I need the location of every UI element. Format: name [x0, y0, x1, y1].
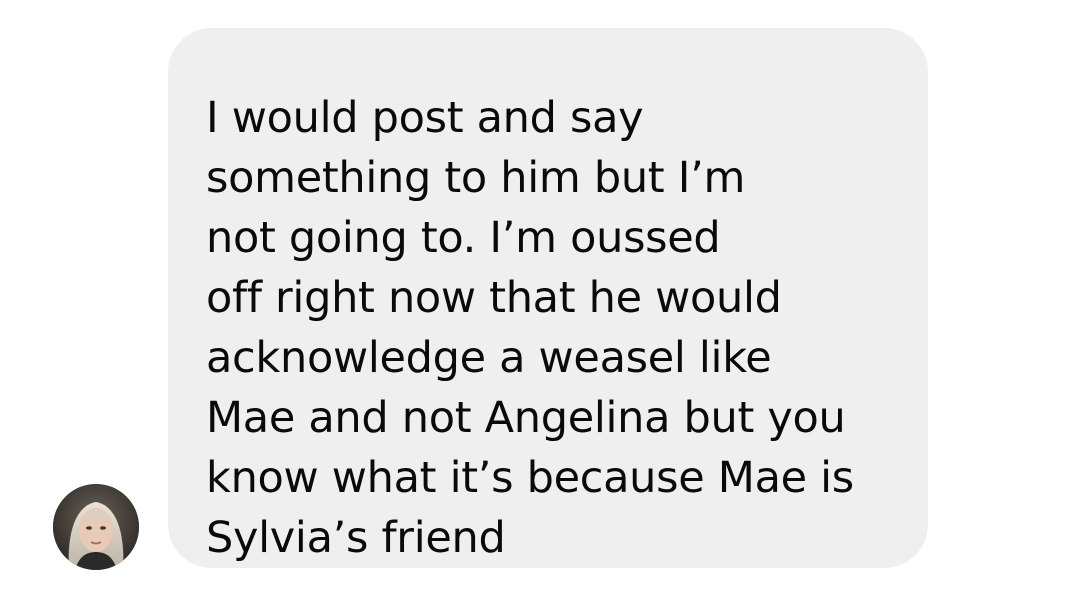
message-text-line-7: know what it’s because Mae is — [206, 453, 854, 503]
message-text-line-3: not going to. I’m oussed — [206, 213, 721, 263]
message-text-line-8: Sylvia’s friend — [206, 513, 506, 563]
message-text-line-4: off right now that he would — [206, 273, 782, 323]
received-message-bubble[interactable]: I would post and say something to him bu… — [168, 28, 928, 568]
chat-screen: I would post and say something to him bu… — [0, 0, 1080, 600]
message-text-line-5: acknowledge a weasel like — [206, 333, 772, 383]
message-text-line-1: I would post and say — [206, 93, 644, 143]
sender-avatar[interactable] — [53, 484, 139, 570]
message-text-line-2: something to him but I’m — [206, 153, 746, 203]
message-text-line-6: Mae and not Angelina but you — [206, 393, 846, 443]
avatar-portrait-icon — [53, 484, 139, 570]
